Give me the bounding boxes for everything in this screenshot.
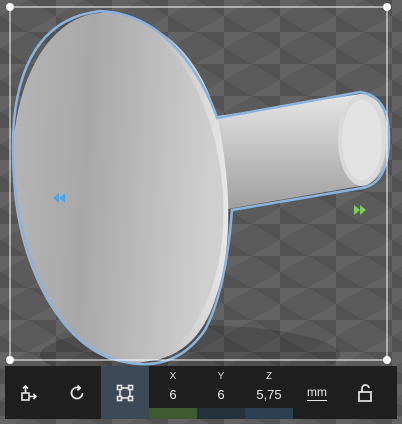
y-coordinate-field[interactable]: Y 6 xyxy=(197,366,245,419)
x-axis-bar xyxy=(149,408,197,419)
unit-selector[interactable]: mm xyxy=(293,366,341,419)
z-coordinate-field[interactable]: Z 5,75 xyxy=(245,366,293,419)
viewport-scene xyxy=(6,3,391,385)
move-object-button[interactable] xyxy=(5,366,53,419)
scale-button[interactable] xyxy=(101,366,149,419)
transform-toolbar: X 6 Y 6 Z 5,75 mm xyxy=(5,366,397,419)
lock-button[interactable] xyxy=(341,366,389,419)
3d-viewport[interactable] xyxy=(0,0,402,424)
bbox-handle-tr[interactable] xyxy=(383,3,391,11)
bbox-handle-br[interactable] xyxy=(383,356,391,364)
x-value[interactable]: 6 xyxy=(169,387,176,402)
z-axis-bar xyxy=(245,408,293,419)
scale-icon xyxy=(116,384,134,401)
rotate-button[interactable] xyxy=(53,366,101,419)
y-axis-bar xyxy=(197,408,245,419)
z-value[interactable]: 5,75 xyxy=(256,387,281,402)
y-axis-label: Y xyxy=(217,371,225,382)
y-value[interactable]: 6 xyxy=(217,387,224,402)
bbox-handle-bl[interactable] xyxy=(6,356,14,364)
shaft-part xyxy=(205,94,388,212)
lock-icon xyxy=(358,383,372,402)
move-object-icon xyxy=(21,384,38,401)
rotate-icon xyxy=(70,384,84,399)
arrow-right-icon[interactable] xyxy=(354,205,366,215)
unit-label: mm xyxy=(307,384,327,401)
bbox-handle-tl[interactable] xyxy=(6,3,14,11)
x-axis-label: X xyxy=(169,371,177,382)
z-axis-label: Z xyxy=(265,371,273,382)
x-coordinate-field[interactable]: X 6 xyxy=(149,366,197,419)
